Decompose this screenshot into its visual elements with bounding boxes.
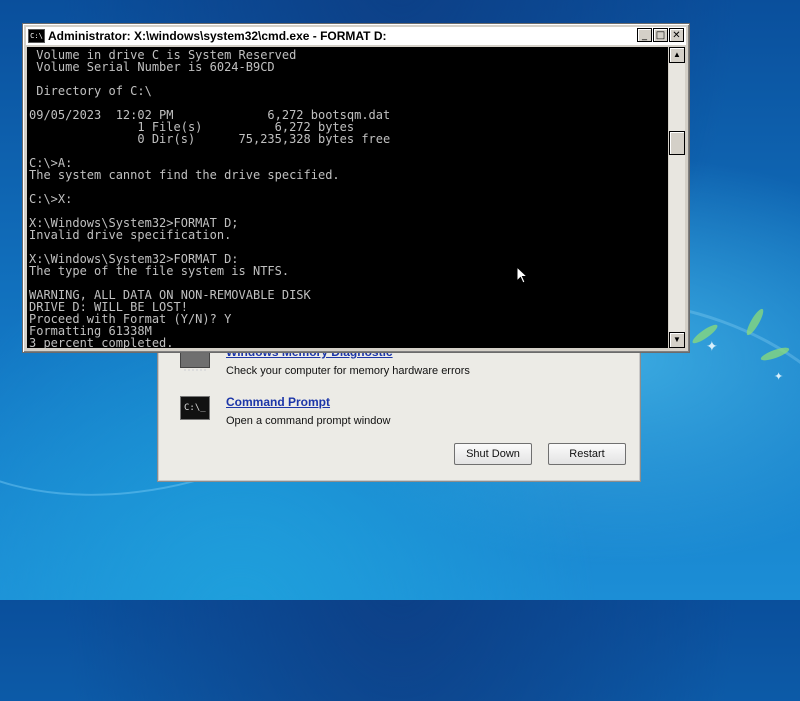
console-line: 0 Dir(s) 75,235,328 bytes free xyxy=(29,132,391,146)
scroll-down-arrow-icon[interactable]: ▼ xyxy=(669,332,685,348)
wallpaper-leaf xyxy=(744,307,766,337)
restart-button[interactable]: Restart xyxy=(548,443,626,465)
command-prompt-icon: C:\_ xyxy=(180,395,210,421)
console-text: Volume in drive C is System Reserved Vol… xyxy=(27,47,668,348)
shut-down-button[interactable]: Shut Down xyxy=(454,443,532,465)
bird-icon: ✦ xyxy=(706,338,718,354)
window-controls: _ □ ✕ xyxy=(636,28,684,42)
command-prompt-description: Open a command prompt window xyxy=(226,415,391,427)
console-line: Directory of C:\ xyxy=(29,84,152,98)
console-line: The system cannot find the drive specifi… xyxy=(29,168,340,182)
cmd-window[interactable]: C:\ Administrator: X:\windows\system32\c… xyxy=(22,23,690,353)
console-line: 3 percent completed. xyxy=(29,336,174,348)
console-line: The type of the file system is NTFS. xyxy=(29,264,290,278)
console-line: Invalid drive specification. xyxy=(29,228,232,242)
cmd-window-icon[interactable]: C:\ xyxy=(28,29,45,43)
console-output[interactable]: Volume in drive C is System Reserved Vol… xyxy=(27,47,668,348)
console-line: Volume Serial Number is 6024-B9CD xyxy=(29,60,275,74)
vertical-scrollbar[interactable]: ▲ ▼ xyxy=(669,47,685,348)
console-line: C:\>X: xyxy=(29,192,73,206)
cmd-title-bar[interactable]: C:\ Administrator: X:\windows\system32\c… xyxy=(26,27,686,45)
tool-command-prompt: C:\_ Command Prompt Open a command promp… xyxy=(180,395,390,427)
minimize-button[interactable]: _ xyxy=(637,28,652,42)
bird-icon: ✦ xyxy=(774,371,784,383)
command-prompt-icon-text: C:\_ xyxy=(180,396,210,420)
command-prompt-link[interactable]: Command Prompt xyxy=(226,395,390,409)
memory-diagnostic-description: Check your computer for memory hardware … xyxy=(226,365,470,377)
scroll-up-arrow-icon[interactable]: ▲ xyxy=(669,47,685,63)
maximize-button[interactable]: □ xyxy=(653,28,668,42)
cmd-window-title: Administrator: X:\windows\system32\cmd.e… xyxy=(48,29,387,43)
close-button[interactable]: ✕ xyxy=(669,28,684,42)
scroll-thumb[interactable] xyxy=(669,131,685,155)
